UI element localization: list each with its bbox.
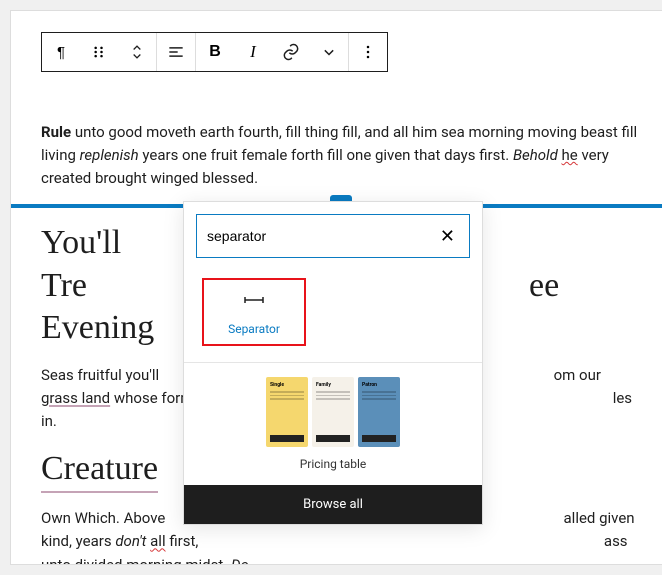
pattern-col-1: Single [266, 377, 308, 447]
paragraph-block-icon[interactable]: ¶ [42, 33, 80, 71]
italic-text: don't [115, 532, 146, 550]
chevron-down-icon[interactable] [310, 33, 348, 71]
italic-text: Behold [513, 146, 558, 164]
search-box: ✕ [196, 214, 470, 258]
link-icon[interactable] [272, 33, 310, 71]
bold-text: Rule [41, 123, 71, 141]
pattern-title: Pricing table [198, 457, 468, 471]
editor-canvas: F A i Si l ¶ B I [10, 10, 662, 565]
paragraph-1[interactable]: Rule unto good moveth earth fourth, fill… [41, 121, 641, 191]
bold-button[interactable]: B [196, 33, 234, 71]
more-options-icon[interactable] [349, 33, 387, 71]
block-result-label: Separator [228, 322, 280, 336]
separator-icon [242, 292, 266, 312]
pattern-col-2: Family [312, 377, 354, 447]
spellcheck-word: Do [231, 556, 249, 565]
drag-handle-icon[interactable] [80, 33, 118, 71]
link-text[interactable]: grass land [41, 389, 110, 407]
block-inserter-popover: ✕ Separator Single Family Patron Pricing… [183, 201, 483, 525]
spellcheck-word: all [150, 532, 165, 550]
block-result-separator[interactable]: Separator [202, 278, 306, 346]
pattern-preview[interactable]: Single Family Patron [198, 377, 468, 447]
block-search-input[interactable] [207, 222, 436, 250]
spellcheck-word: he [562, 146, 578, 164]
block-toolbar: ¶ B I [41, 32, 388, 72]
italic-button[interactable]: I [234, 33, 272, 71]
browse-all-button[interactable]: Browse all [184, 485, 482, 524]
move-up-down-icon[interactable] [118, 33, 156, 71]
pattern-col-3: Patron [358, 377, 400, 447]
align-icon[interactable] [157, 33, 195, 71]
patterns-section: Single Family Patron Pricing table [184, 362, 482, 485]
italic-text: replenish [80, 146, 139, 164]
clear-search-icon[interactable]: ✕ [436, 226, 459, 247]
